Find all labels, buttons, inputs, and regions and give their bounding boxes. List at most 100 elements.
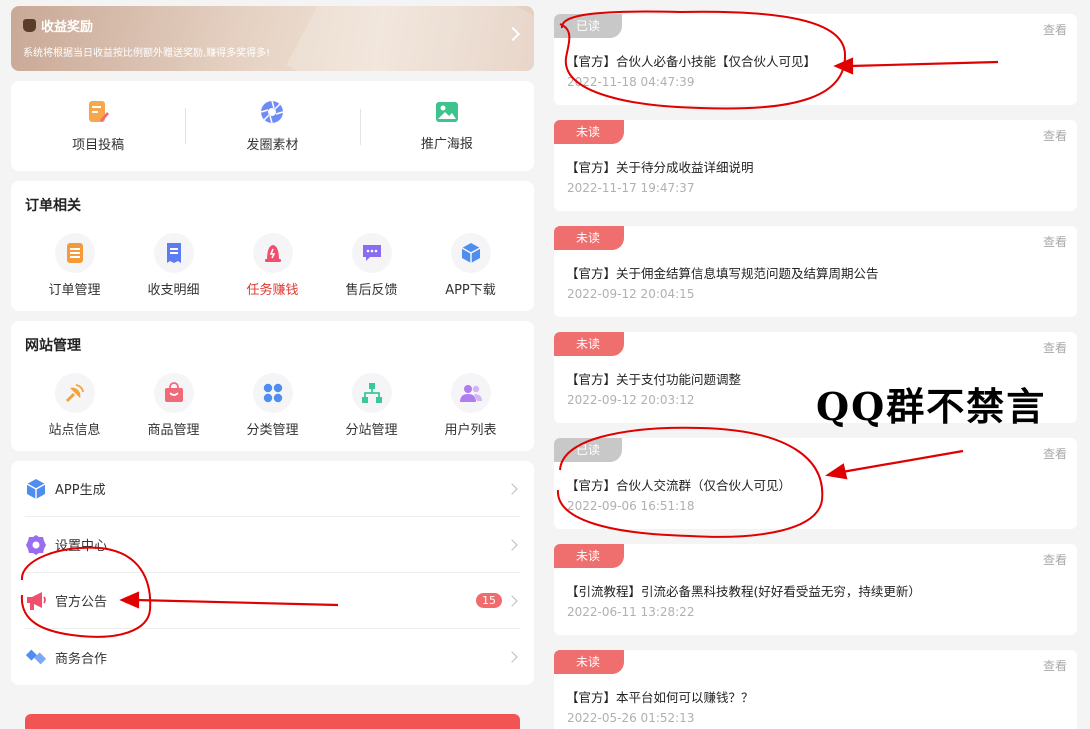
app-download-item[interactable]: APP下载 (421, 233, 520, 298)
grid-label: 站点信息 (48, 423, 101, 438)
megaphone-icon (27, 591, 46, 610)
read-status-tag: 已读 (554, 14, 622, 38)
bag-icon (164, 382, 183, 402)
view-link[interactable]: 查看 (1043, 551, 1067, 568)
orders-section: 订单相关 订单管理 收支明细 任务赚钱 售后反馈 APP下载 (11, 181, 534, 311)
menu-app-generate[interactable]: APP生成 (25, 461, 520, 517)
unread-status-tag: 未读 (554, 650, 634, 674)
substation-management-item[interactable]: 分站管理 (322, 373, 421, 438)
notice-title: 【官方】合伙人交流群（仅合伙人可见） (566, 478, 792, 493)
users-icon (459, 385, 482, 402)
menu-label: 设置中心 (55, 539, 108, 554)
cube-icon (461, 243, 480, 263)
document-edit-icon (89, 100, 110, 122)
unread-count-badge: 15 (476, 593, 502, 608)
category-management-item[interactable]: 分类管理 (223, 373, 322, 438)
grid-label: 订单管理 (48, 283, 101, 298)
quick-actions: 项目投稿 发圈素材 推广海报 (11, 81, 534, 171)
announcement-list: 已读 查看 【官方】合伙人必备小技能【仅合伙人可见】 2022-11-18 04… (554, 14, 1077, 729)
menu-settings-center[interactable]: 设置中心 (25, 517, 520, 573)
notice-time: 2022-09-06 16:51:18 (567, 499, 695, 513)
icon-bg (54, 233, 95, 273)
icon-bg (153, 233, 194, 273)
menu-label: 官方公告 (55, 595, 108, 610)
bottom-action-button[interactable] (25, 714, 520, 729)
icon-bg (252, 233, 293, 273)
cube-icon (26, 478, 46, 499)
chat-icon (362, 245, 381, 261)
site-management-section: 网站管理 站点信息 商品管理 分类管理 分站管理 用户列表 (11, 321, 534, 451)
icon-bg (351, 373, 392, 413)
order-management-item[interactable]: 订单管理 (25, 233, 124, 298)
task-earn-item[interactable]: 任务赚钱 (223, 233, 322, 298)
quick-action-submit-project[interactable]: 项目投稿 (11, 100, 185, 153)
handshake-icon (25, 649, 47, 665)
product-management-item[interactable]: 商品管理 (124, 373, 223, 438)
notice-card[interactable]: 已读 查看 【官方】合伙人交流群（仅合伙人可见） 2022-09-06 16:5… (554, 438, 1077, 529)
notice-title: 【官方】关于待分成收益详细说明 (566, 160, 754, 175)
broadcast-icon (65, 384, 84, 403)
icon-wrap (25, 534, 47, 556)
view-link[interactable]: 查看 (1043, 657, 1067, 674)
view-link[interactable]: 查看 (1043, 339, 1067, 356)
view-link[interactable]: 查看 (1043, 445, 1067, 462)
menu-business-cooperation[interactable]: 商务合作 (25, 629, 520, 685)
quick-action-label: 项目投稿 (72, 137, 125, 153)
menu-label: APP生成 (55, 483, 106, 498)
money-bag-icon (23, 19, 36, 32)
unread-status-tag: 未读 (554, 120, 634, 144)
unread-status-tag: 未读 (554, 226, 634, 250)
settings-menu: APP生成 设置中心 官方公告 15 商务合作 (11, 461, 534, 685)
menu-official-announcement[interactable]: 官方公告 15 (25, 573, 520, 629)
notice-card[interactable]: 未读 查看 【官方】关于待分成收益详细说明 2022-11-17 19:47:3… (554, 120, 1077, 211)
aperture-icon (261, 100, 284, 123)
hierarchy-icon (361, 383, 382, 403)
notice-time: 2022-11-17 19:47:37 (567, 181, 695, 195)
earnings-reward-banner[interactable]: 收益奖励 系统将根据当日收益按比例额外赠送奖励,赚得多奖得多! (11, 6, 534, 71)
notice-card[interactable]: 已读 查看 【官方】合伙人必备小技能【仅合伙人可见】 2022-11-18 04… (554, 14, 1077, 105)
notice-time: 2022-09-12 20:04:15 (567, 287, 695, 301)
notice-time: 2022-06-11 13:28:22 (567, 605, 695, 619)
view-link[interactable]: 查看 (1043, 21, 1067, 38)
icon-bg (351, 233, 392, 273)
icon-wrap (25, 646, 47, 668)
read-status-tag: 已读 (554, 438, 622, 462)
view-link[interactable]: 查看 (1043, 127, 1067, 144)
notice-card[interactable]: 未读 查看 【官方】本平台如何可以赚钱？？ 2022-05-26 01:52:1… (554, 650, 1077, 729)
notice-card[interactable]: 未读 查看 【引流教程】引流必备黑科技教程(好好看受益无穷，持续更新） 2022… (554, 544, 1077, 635)
grid-label: 分站管理 (345, 423, 398, 438)
chevron-right-icon (506, 651, 518, 663)
quick-action-promo-poster[interactable]: 推广海报 (359, 101, 534, 152)
notice-card[interactable]: 未读 查看 【官方】关于佣金结算信息填写规范问题及结算周期公告 2022-09-… (554, 226, 1077, 317)
quick-action-moments-material[interactable]: 发圈素材 (185, 100, 359, 153)
chevron-right-icon (506, 538, 518, 551)
grid-label: 分类管理 (246, 423, 299, 438)
income-expense-item[interactable]: 收支明细 (124, 233, 223, 298)
icon-wrap (25, 478, 47, 500)
grid-label: APP下载 (445, 283, 496, 298)
unread-status-tag: 未读 (554, 332, 634, 356)
banner-subtitle: 系统将根据当日收益按比例额外赠送奖励,赚得多奖得多! (23, 48, 271, 59)
notice-title: 【引流教程】引流必备黑科技教程(好好看受益无穷，持续更新） (566, 584, 921, 599)
notice-time: 2022-09-12 20:03:12 (567, 393, 695, 407)
after-sales-item[interactable]: 售后反馈 (322, 233, 421, 298)
gear-icon (26, 534, 46, 555)
user-list-item[interactable]: 用户列表 (421, 373, 520, 438)
grid-label: 收支明细 (147, 283, 200, 298)
notice-time: 2022-11-18 04:47:39 (567, 75, 695, 89)
image-icon (435, 101, 458, 122)
notice-title: 【官方】本平台如何可以赚钱？？ (566, 690, 754, 705)
icon-wrap (25, 590, 47, 612)
icon-bg (54, 373, 95, 413)
site-info-item[interactable]: 站点信息 (25, 373, 124, 438)
quick-action-label: 发圈素材 (246, 137, 299, 153)
view-link[interactable]: 查看 (1043, 233, 1067, 250)
banner-title-text: 收益奖励 (41, 20, 94, 35)
chevron-right-icon (506, 482, 518, 495)
notice-time: 2022-05-26 01:52:13 (567, 711, 695, 725)
grid-label: 商品管理 (147, 423, 200, 438)
quick-action-label: 推广海报 (420, 136, 473, 152)
banner-title: 收益奖励 (23, 16, 522, 35)
grid-label: 用户列表 (444, 423, 497, 438)
section-title: 订单相关 (25, 198, 81, 214)
